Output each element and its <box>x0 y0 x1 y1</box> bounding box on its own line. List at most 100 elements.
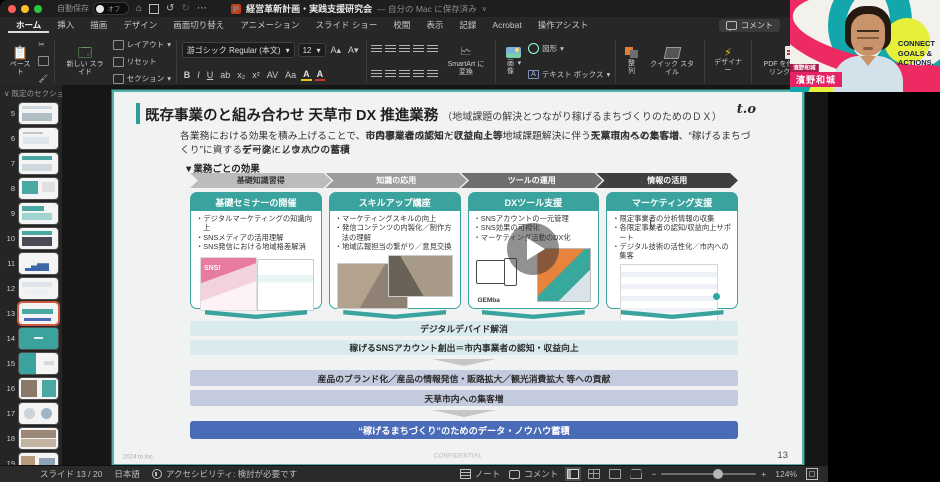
font-name-select[interactable]: 游ゴシック Regular (本文) ▾ <box>181 42 295 59</box>
smartart-convert-button[interactable]: 🗠 SmartArt に変換 <box>441 36 490 87</box>
align-center-icon[interactable] <box>385 69 397 78</box>
fit-slide-button[interactable] <box>806 468 818 480</box>
format-button-U[interactable]: U <box>205 70 216 80</box>
slide-thumbnail-15[interactable] <box>18 352 59 375</box>
layout-button[interactable]: レイアウト ▾ <box>112 39 171 50</box>
slide-thumbnail-8[interactable] <box>18 177 59 200</box>
save-icon[interactable] <box>149 3 160 14</box>
slide-canvas[interactable]: 既存事業のと組み合わせ 天草市 DX 推進業務 （地域課題の解決とつながり稼げる… <box>112 90 804 466</box>
slide-thumbnail-6[interactable] <box>18 127 59 150</box>
zoom-level[interactable]: 124% <box>775 469 797 479</box>
reset-button[interactable]: リセット <box>112 56 171 67</box>
result-banner-5[interactable]: “稼げるまちづくり”のためのデータ・ノウハウ蓄積 <box>190 421 738 439</box>
line-spacing-icon[interactable] <box>427 45 439 54</box>
more-commands-icon[interactable]: ⋯ <box>197 3 207 14</box>
zoom-slider-knob[interactable] <box>712 469 723 479</box>
title-chevron-icon[interactable]: ∨ <box>482 5 487 13</box>
slide-thumbnail-18[interactable] <box>18 427 59 450</box>
footer-confidential[interactable]: CONFIDENTIAL <box>200 452 716 459</box>
service-column-3[interactable]: DXツール支援SNSアカウントの一元管理SNS効果の可視化マーケティング活動のD… <box>467 192 600 309</box>
slide-page-number[interactable]: 13 <box>777 450 788 461</box>
phase-arrow-1[interactable]: 基礎知識習得 <box>190 173 332 188</box>
tab-挿入[interactable]: 挿入 <box>49 17 82 33</box>
footer-copyright[interactable]: 2024 to Inc. <box>123 453 154 460</box>
zoom-in-button[interactable]: + <box>761 469 766 479</box>
section-button[interactable]: セクション ▾ <box>112 73 171 84</box>
insert-image-button[interactable]: 画像 ▾ <box>501 36 525 87</box>
copy-icon[interactable] <box>38 56 50 67</box>
slide-thumbnail-7[interactable] <box>18 152 59 175</box>
zoom-out-button[interactable]: − <box>651 469 656 479</box>
comments-button[interactable]: コメント <box>719 18 780 32</box>
slide-thumbnail-19[interactable] <box>18 452 59 465</box>
format-button-x₂[interactable]: x₂ <box>235 70 247 80</box>
slide-thumbnail-10[interactable] <box>18 227 59 250</box>
zoom-slider[interactable] <box>661 469 757 479</box>
redo-icon[interactable]: ↻ <box>181 3 189 14</box>
shapes-button[interactable]: 図形 ▾ <box>528 43 610 55</box>
slide-intro-text[interactable]: 各業務における効果を積み上げることで、 市内事業者の認知・収益向上等 の目標を達成す… <box>180 130 752 158</box>
align-right-icon[interactable] <box>399 69 411 78</box>
format-button-Aa[interactable]: Aa <box>283 70 298 80</box>
tab-デザイン[interactable]: デザイン <box>115 17 165 33</box>
slide-thumbnail-13[interactable] <box>17 301 60 326</box>
format-button-ab[interactable]: ab <box>218 70 232 80</box>
service-column-2[interactable]: スキルアップ講座マーケティングスキルの向上発信コンテンツの内製化／制作方法の理解… <box>328 192 461 310</box>
quick-styles-button[interactable]: クイック スタイル <box>645 36 699 87</box>
undo-icon[interactable]: ↺ <box>166 3 174 14</box>
format-button-I[interactable]: I <box>195 70 202 80</box>
highlight-color-icon[interactable]: A <box>301 69 312 81</box>
slide-thumbnail-17[interactable] <box>18 402 59 425</box>
video-call-tile[interactable]: 濱野和城 濱野和城 CONNECT GOALS & ACTIONS. <box>790 0 940 92</box>
indent-decrease-icon[interactable] <box>399 45 411 54</box>
slide-thumbnail-14[interactable] <box>18 327 59 350</box>
tab-ホーム[interactable]: ホーム <box>8 17 49 33</box>
align-left-icon[interactable] <box>371 69 383 78</box>
result-banner-2[interactable]: 稼げるSNSアカウント創出＝市内事業者の認知・収益向上 <box>190 340 738 355</box>
accessibility-check[interactable]: アクセシビリティ: 検討が必要です <box>151 468 297 480</box>
tab-画面切り替え[interactable]: 画面切り替え <box>165 17 232 33</box>
phase-arrow-3[interactable]: ツールの運用 <box>461 173 603 188</box>
textbox-button[interactable]: A テキスト ボックス ▾ <box>528 69 610 80</box>
paste-button[interactable]: 📋 ペースト <box>5 36 35 87</box>
tab-スライド ショー[interactable]: スライド ショー <box>307 17 385 33</box>
home-icon[interactable]: ⌂ <box>136 3 142 14</box>
slide-thumbnail-12[interactable] <box>18 277 59 300</box>
fullscreen-window-button[interactable] <box>34 4 42 13</box>
notes-toggle[interactable]: ノート <box>459 468 500 480</box>
tab-操作アシスト[interactable]: 操作アシスト <box>530 17 597 33</box>
minimize-window-button[interactable] <box>21 4 29 13</box>
tab-表示[interactable]: 表示 <box>418 17 451 33</box>
bullet-list-icon[interactable] <box>371 45 383 54</box>
increase-font-icon[interactable]: A▴ <box>329 45 344 56</box>
slide-title[interactable]: 既存事業のと組み合わせ 天草市 DX 推進業務 （地域課題の解決とつながり稼げる… <box>145 104 722 125</box>
result-banner-3[interactable]: 産品のブランド化／産品の情報発信・販路拡大／観光消費拡大 等への貢献 <box>190 370 738 386</box>
slide-thumbnail-9[interactable] <box>18 202 59 225</box>
language-button[interactable]: 日本語 <box>114 468 140 480</box>
normal-view-button[interactable] <box>565 467 582 481</box>
tab-記録[interactable]: 記録 <box>451 17 484 33</box>
slide-sorter-view-button[interactable] <box>588 469 601 479</box>
font-size-select[interactable]: 12 ▾ <box>297 43 326 58</box>
indent-increase-icon[interactable] <box>413 45 425 54</box>
close-window-button[interactable] <box>8 4 16 13</box>
result-banner-4[interactable]: 天草市内への集客増 <box>190 390 738 406</box>
tab-校閲[interactable]: 校閲 <box>385 17 418 33</box>
reading-view-button[interactable] <box>609 469 622 479</box>
format-button-B[interactable]: B <box>182 70 193 80</box>
new-slide-button[interactable]: 🗔 新しい スライド <box>60 36 109 87</box>
service-column-4[interactable]: マーケティング支援限定事業者の分析情報の収集各限定事業者の認知/収益向上サポート… <box>606 192 738 325</box>
section-header[interactable]: ∨ 既定のセクション <box>0 85 62 101</box>
tab-Acrobat[interactable]: Acrobat <box>484 17 529 33</box>
cut-icon[interactable]: ✂ <box>38 40 49 49</box>
autosave-control[interactable]: 自動保存 オフ <box>57 2 129 15</box>
decrease-font-icon[interactable]: A▾ <box>346 45 361 56</box>
arrange-button[interactable]: 整列 <box>621 36 642 87</box>
slide-thumbnail-5[interactable] <box>18 102 59 125</box>
format-button-x²[interactable]: x² <box>250 70 262 80</box>
phase-arrow-2[interactable]: 知識の応用 <box>326 173 468 188</box>
result-banner-1[interactable]: デジタルデバイド解消 <box>190 321 738 336</box>
font-color-icon[interactable]: A <box>314 69 326 81</box>
format-button-AV[interactable]: AV <box>265 70 280 80</box>
format-painter-icon[interactable]: 🖌 <box>38 74 49 83</box>
